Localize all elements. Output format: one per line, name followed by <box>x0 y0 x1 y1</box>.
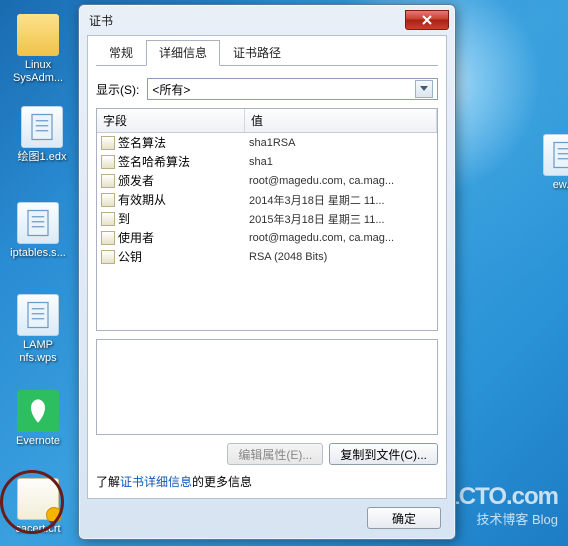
desktop-icon-2[interactable]: iptables.s... <box>2 202 74 260</box>
field-text: 有效期从 <box>118 191 166 208</box>
learn-suffix: 的更多信息 <box>192 475 252 489</box>
show-row: 显示(S): <所有> <box>96 78 438 100</box>
cell-field: 颁发者 <box>101 172 249 189</box>
cell-value: root@magedu.com, ca.mag... <box>249 175 437 187</box>
learn-link[interactable]: 证书详细信息 <box>120 475 192 489</box>
list-header: 字段 值 <box>97 109 437 133</box>
field-icon <box>101 212 115 226</box>
folder-icon <box>17 14 59 56</box>
col-field[interactable]: 字段 <box>97 109 245 132</box>
green-icon <box>17 390 59 432</box>
desktop-icon-1[interactable]: 绘图1.edx <box>6 106 78 164</box>
field-text: 使用者 <box>118 229 154 246</box>
doc-icon <box>21 106 63 148</box>
col-value[interactable]: 值 <box>245 109 437 132</box>
chevron-down-icon <box>415 80 433 98</box>
field-icon <box>101 250 115 264</box>
list-row[interactable]: 签名算法 sha1RSA <box>97 133 437 152</box>
field-text: 到 <box>118 210 130 227</box>
cell-field: 签名哈希算法 <box>101 153 249 170</box>
dialog-client: 常规 详细信息 证书路径 显示(S): <所有> 字段 值 签名算法sha <box>87 35 447 499</box>
field-text: 签名哈希算法 <box>118 153 190 170</box>
desktop: Linux SysAdm... 绘图1.edx iptables.s... LAMP … <box>0 0 568 546</box>
field-text: 签名算法 <box>118 134 166 151</box>
list-row[interactable]: 有效期从 2014年3月18日 星期二 11... <box>97 190 437 209</box>
cell-field: 公钥 <box>101 248 249 265</box>
cell-field: 有效期从 <box>101 191 249 208</box>
detail-box <box>96 339 438 435</box>
cell-value: root@magedu.com, ca.mag... <box>249 232 437 244</box>
desktop-icon-label: ew... <box>528 179 568 192</box>
close-button[interactable] <box>405 10 449 30</box>
show-value: <所有> <box>152 81 190 98</box>
desktop-icon-label: iptables.s... <box>2 247 74 260</box>
ok-button[interactable]: 确定 <box>367 507 441 529</box>
cell-value: 2015年3月18日 星期三 11... <box>249 211 437 227</box>
list-row[interactable]: 签名哈希算法 sha1 <box>97 152 437 171</box>
desktop-icon-0[interactable]: Linux SysAdm... <box>2 14 74 85</box>
close-icon <box>422 15 432 25</box>
edit-properties-button: 编辑属性(E)... <box>227 443 323 465</box>
doc-icon <box>17 294 59 336</box>
learn-prefix: 了解 <box>96 475 120 489</box>
list-row[interactable]: 公钥 RSA (2048 Bits) <box>97 247 437 266</box>
field-icon <box>101 136 115 150</box>
button-row: 编辑属性(E)... 复制到文件(C)... <box>96 443 438 465</box>
cell-field: 使用者 <box>101 229 249 246</box>
field-text: 公钥 <box>118 248 142 265</box>
desktop-icon-label: Linux SysAdm... <box>2 59 74 85</box>
cell-value: RSA (2048 Bits) <box>249 251 437 263</box>
doc-icon <box>543 134 568 176</box>
list-row[interactable]: 到 2015年3月18日 星期三 11... <box>97 209 437 228</box>
field-icon <box>101 231 115 245</box>
dialog-footer: 确定 <box>79 507 455 539</box>
desktop-icon-6[interactable]: ew... <box>528 134 568 192</box>
learn-more: 了解证书详细信息的更多信息 <box>96 473 438 490</box>
desktop-icon-label: LAMP nfs.wps <box>2 339 74 365</box>
cell-value: sha1RSA <box>249 137 437 149</box>
field-list: 字段 值 签名算法 sha1RSA 签名哈希算法 sha1 颁发者 root@magedu… <box>96 108 438 331</box>
desktop-icon-3[interactable]: LAMP nfs.wps <box>2 294 74 365</box>
cell-value: 2014年3月18日 星期二 11... <box>249 192 437 208</box>
desktop-icon-4[interactable]: Evernote <box>2 390 74 448</box>
copy-to-file-button[interactable]: 复制到文件(C)... <box>329 443 438 465</box>
tabs: 常规 详细信息 证书路径 <box>96 42 438 66</box>
field-icon <box>101 174 115 188</box>
desktop-icon-label: Evernote <box>2 435 74 448</box>
desktop-icon-5[interactable]: cacert.crt <box>2 478 74 536</box>
tab-general[interactable]: 常规 <box>96 40 146 66</box>
field-text: 颁发者 <box>118 172 154 189</box>
cell-value: sha1 <box>249 156 437 168</box>
field-icon <box>101 193 115 207</box>
show-label: 显示(S): <box>96 81 139 98</box>
tab-path[interactable]: 证书路径 <box>220 40 294 66</box>
certificate-dialog: 证书 常规 详细信息 证书路径 显示(S): <所有> <box>78 4 456 540</box>
cell-field: 签名算法 <box>101 134 249 151</box>
field-icon <box>101 155 115 169</box>
desktop-icon-label: 绘图1.edx <box>6 151 78 164</box>
doc-icon <box>17 202 59 244</box>
cert-icon <box>17 478 59 520</box>
ribbon-icon <box>46 507 62 523</box>
list-row[interactable]: 使用者 root@magedu.com, ca.mag... <box>97 228 437 247</box>
tab-details[interactable]: 详细信息 <box>146 40 220 66</box>
show-select[interactable]: <所有> <box>147 78 438 100</box>
titlebar[interactable]: 证书 <box>79 5 455 35</box>
dialog-title: 证书 <box>89 12 405 29</box>
cell-field: 到 <box>101 210 249 227</box>
desktop-icon-label: cacert.crt <box>2 523 74 536</box>
list-row[interactable]: 颁发者 root@magedu.com, ca.mag... <box>97 171 437 190</box>
